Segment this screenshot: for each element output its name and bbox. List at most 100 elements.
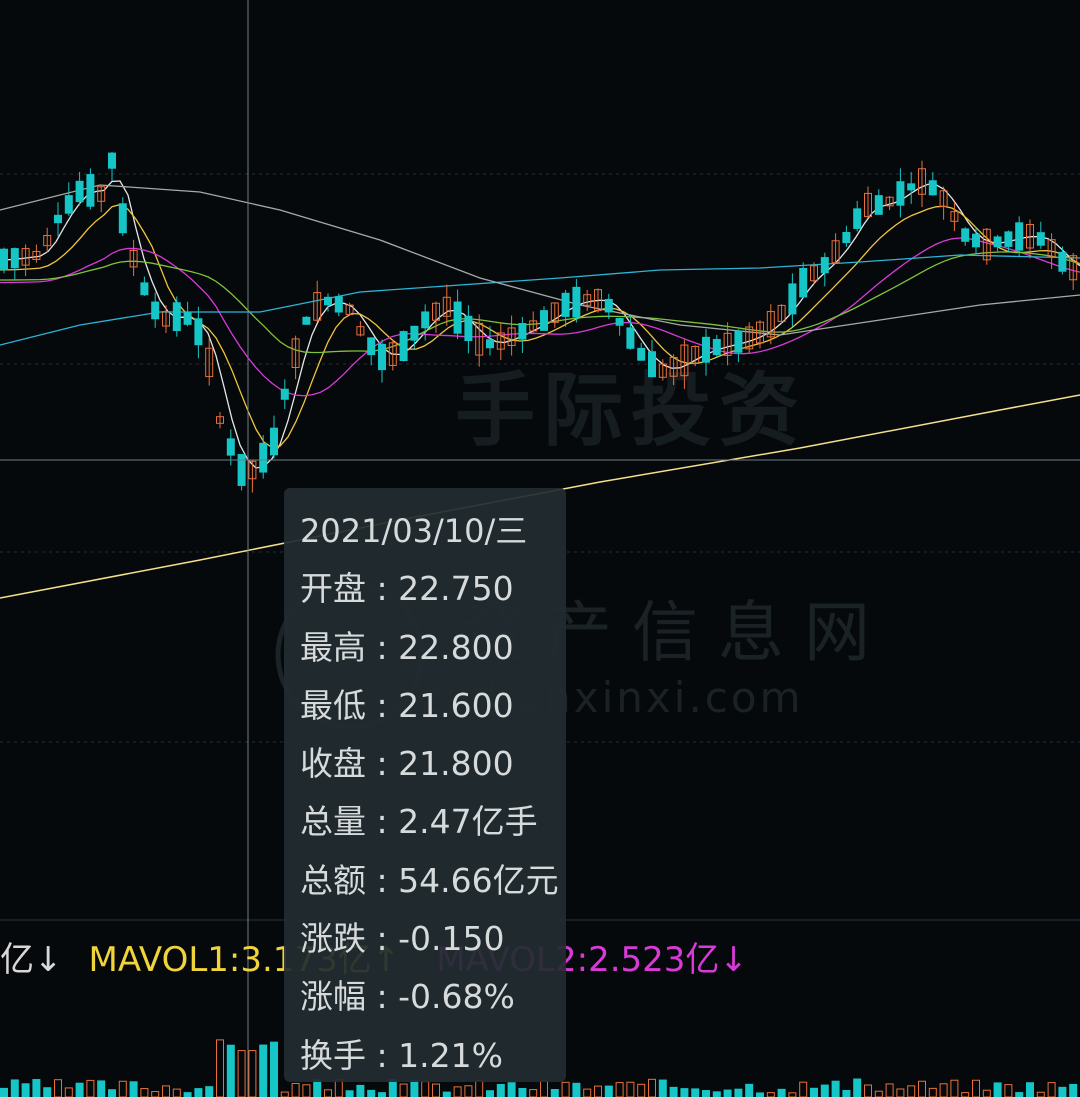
volume-bar-34	[367, 1089, 376, 1097]
volume-bar-1	[10, 1079, 19, 1097]
candle-body-74	[799, 267, 808, 298]
candle-body-25	[270, 427, 278, 456]
candle-body-81	[874, 195, 883, 215]
candle-body-11	[118, 203, 127, 234]
candle-body-66	[712, 338, 721, 356]
candle-body-68	[734, 330, 743, 353]
volume-bar-5	[54, 1079, 62, 1097]
candle-body-0	[0, 248, 8, 271]
tooltip-row-high: 最高 : 22.800	[300, 627, 514, 667]
volume-bar-81	[874, 1090, 883, 1097]
volume-bar-84	[907, 1085, 916, 1097]
volume-bar-35	[378, 1092, 386, 1097]
candle-body-45	[486, 339, 494, 349]
candle-body-48	[518, 323, 527, 340]
tooltip-row-open: 开盘 : 22.750	[300, 569, 514, 609]
volume-bar-11	[118, 1080, 127, 1097]
candle-body-98	[1058, 251, 1067, 272]
volume-bar-66	[712, 1091, 721, 1097]
candle-body-5	[54, 214, 62, 224]
candle-body-22	[237, 454, 246, 486]
volume-bar-57	[615, 1082, 624, 1097]
candle-body-86	[928, 180, 937, 196]
candle-body-53	[572, 286, 581, 318]
candle-body-76	[820, 257, 829, 274]
volume-bar-20	[216, 1039, 224, 1097]
tooltip-row-amount: 总额 : 54.66亿元	[300, 860, 559, 900]
candle-body-94	[1015, 222, 1024, 251]
volume-bar-89	[961, 1092, 970, 1097]
tooltip-date: 2021/03/10/三	[300, 512, 528, 550]
volume-bar-22	[237, 1050, 246, 1097]
tooltip-row-close: 收盘 : 21.800	[300, 744, 514, 784]
candle-body-26	[280, 388, 289, 400]
candle-body-65	[702, 336, 710, 363]
volume-bar-80	[864, 1084, 872, 1097]
candle-body-34	[367, 337, 376, 356]
candle-body-1	[10, 248, 19, 269]
volume-bar-53	[572, 1082, 581, 1097]
volume-bar-8	[86, 1079, 95, 1097]
candle-body-17	[183, 311, 192, 325]
volume-bar-49	[529, 1089, 538, 1097]
volume-bar-82	[885, 1083, 894, 1097]
volume-bar-79	[853, 1078, 862, 1097]
volume-bar-14	[151, 1091, 160, 1097]
volume-bar-19	[205, 1086, 214, 1097]
volume-bar-56	[604, 1085, 613, 1097]
candle-body-79	[853, 208, 862, 229]
volume-bar-87	[939, 1083, 948, 1097]
tooltip-row-change-pct: 涨幅 : -0.68%	[300, 977, 515, 1017]
volume-bar-0	[0, 1087, 8, 1097]
volume-bar-70	[756, 1092, 764, 1097]
volume-bar-2	[21, 1083, 30, 1097]
volume-bar-61	[658, 1079, 667, 1097]
tooltip-row-turnover: 换手 : 1.21%	[300, 1035, 503, 1075]
volume-bar-73	[788, 1092, 797, 1097]
candle-body-28	[302, 316, 311, 325]
volume-bar-67	[723, 1089, 732, 1097]
volume-bar-68	[734, 1088, 743, 1097]
volume-bar-69	[745, 1083, 754, 1097]
volume-bar-26	[280, 1091, 289, 1097]
candle-body-73	[788, 283, 797, 315]
candle-body-37	[399, 331, 408, 362]
watermark-1: 手际投资	[455, 364, 807, 457]
candle-body-39	[421, 311, 430, 329]
volume-bar-28	[302, 1084, 311, 1097]
candle-body-10	[108, 152, 116, 169]
volume-bar-17	[183, 1092, 192, 1097]
volume-bar-58	[626, 1081, 635, 1097]
candle-body-31	[334, 296, 343, 313]
volume-bar-74	[799, 1081, 808, 1097]
volume-bar-85	[918, 1080, 926, 1097]
volume-bar-48	[518, 1087, 527, 1097]
candle-body-24	[259, 442, 268, 473]
candle-body-89	[961, 228, 970, 242]
volume-bar-71	[766, 1092, 775, 1097]
candle-body-21	[226, 438, 235, 456]
candle-body-57	[615, 318, 624, 326]
volume-bar-9	[97, 1080, 106, 1097]
volume-bar-78	[842, 1089, 851, 1097]
candle-body-6	[64, 195, 73, 214]
candle-body-8	[86, 174, 95, 207]
volume-bar-21	[226, 1044, 235, 1097]
volume-bar-64	[691, 1088, 700, 1097]
volume-bar-25	[270, 1041, 278, 1097]
candle-body-35	[378, 343, 386, 371]
volume-bar-86	[928, 1087, 937, 1097]
volume-bar-98	[1058, 1086, 1067, 1097]
volume-bar-13	[140, 1088, 149, 1097]
volume-bar-27	[291, 1082, 300, 1097]
volume-bar-54	[583, 1088, 592, 1097]
candle-body-83	[896, 181, 905, 206]
volume-bar-95	[1026, 1082, 1034, 1097]
volume-bar-7	[75, 1082, 84, 1097]
candle-body-52	[561, 292, 570, 317]
tooltip-row-change: 涨跌 : -0.150	[300, 919, 505, 959]
volume-bar-37	[399, 1083, 408, 1097]
candle-tooltip: 2021/03/10/三 开盘 : 22.750 最高 : 22.800 最低 …	[284, 488, 566, 1082]
volume-bar-88	[950, 1079, 959, 1097]
volume-bar-41	[442, 1091, 451, 1097]
